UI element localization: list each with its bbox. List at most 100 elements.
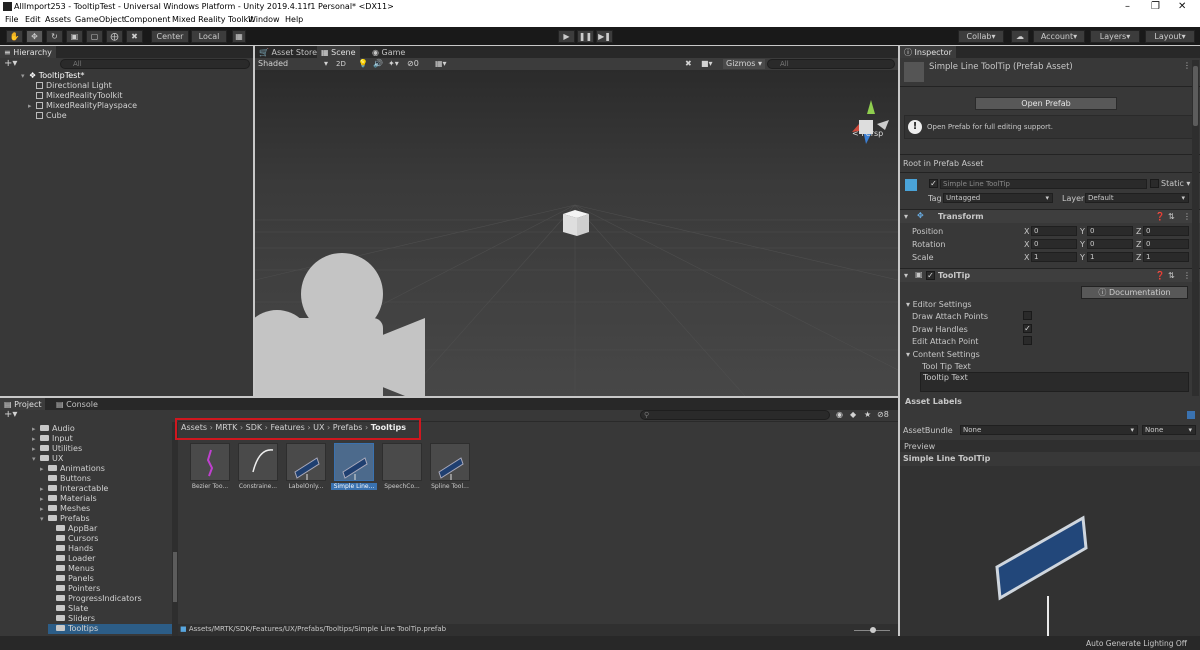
rect-tool-icon[interactable]: ▢	[86, 30, 103, 43]
collapse-arrow-icon[interactable]: ▸	[40, 464, 48, 474]
folder-tree-item[interactable]: Cursors	[48, 534, 172, 544]
account-button[interactable]: Account ▾	[1033, 30, 1085, 43]
folder-tree-item[interactable]: Panels	[48, 574, 172, 584]
play-button[interactable]: ▶	[558, 30, 575, 43]
folder-tree-item[interactable]: ▸ Animations	[40, 464, 172, 474]
project-create-button[interactable]: +▾	[4, 410, 17, 420]
shading-dropdown[interactable]: Shaded ▾	[258, 59, 328, 69]
hidden-packages-icon[interactable]: ⊘8	[877, 410, 889, 420]
grid-snap-icon[interactable]: ▦	[232, 30, 246, 43]
folder-tree-item[interactable]: ▸ Meshes	[40, 504, 172, 514]
tool-tip-text-field[interactable]: Tooltip Text	[920, 372, 1189, 392]
breadcrumb-item[interactable]: Features	[270, 423, 304, 432]
folder-tree-item[interactable]: ▸ Materials	[40, 494, 172, 504]
pivot-center-button[interactable]: Center	[151, 30, 189, 43]
layout-button[interactable]: Layout ▾	[1145, 30, 1195, 43]
camera-icon[interactable]: ■▾	[701, 59, 713, 69]
folder-tree-item[interactable]: ▸ Audio	[32, 424, 172, 434]
folder-tree-item[interactable]: Slate	[48, 604, 172, 614]
menu-mixed-reality-toolkit[interactable]: Mixed Reality Toolkit	[172, 15, 254, 24]
cube-object[interactable]	[563, 210, 589, 236]
breadcrumb-item[interactable]: Tooltips	[371, 423, 406, 432]
scale-z-field[interactable]: 1	[1143, 252, 1189, 262]
project-search-input[interactable]: ⚲	[640, 410, 830, 420]
hidden-objects-icon[interactable]: ⊘0	[407, 59, 419, 69]
hierarchy-search-input[interactable]: All	[60, 59, 250, 69]
layers-button[interactable]: Layers ▾	[1090, 30, 1140, 43]
help-icon[interactable]: ❓	[1155, 212, 1165, 221]
inspector-menu-icon[interactable]: ⋮	[1183, 61, 1191, 70]
tree-scrollbar[interactable]	[172, 422, 178, 636]
persp-label[interactable]: < Persp	[852, 129, 883, 139]
cloud-icon[interactable]: ☁	[1011, 30, 1029, 43]
tab-asset-store[interactable]: 🛒 Asset Store	[255, 46, 321, 58]
presets-icon[interactable]: ⇅	[1168, 212, 1175, 221]
expand-arrow-icon[interactable]: ▾	[40, 514, 48, 524]
asset-thumbnail[interactable]	[334, 443, 374, 481]
collapse-arrow-icon[interactable]: ▸	[40, 484, 48, 494]
tab-hierarchy[interactable]: ≡ Hierarchy	[0, 46, 56, 58]
close-button[interactable]: ✕	[1178, 1, 1186, 12]
collab-button[interactable]: Collab ▾	[958, 30, 1004, 43]
folder-tree-item[interactable]: ProgressIndicators	[48, 594, 172, 604]
rotation-x-field[interactable]: 0	[1031, 239, 1077, 249]
thumbnail-size-slider[interactable]	[854, 627, 890, 633]
hand-tool-icon[interactable]: ✋	[6, 30, 23, 43]
folder-tree-item[interactable]: Menus	[48, 564, 172, 574]
breadcrumb-item[interactable]: Assets	[181, 423, 207, 432]
rotation-y-field[interactable]: 0	[1087, 239, 1133, 249]
scale-y-field[interactable]: 1	[1087, 252, 1133, 262]
draw-handles-checkbox[interactable]: ✓	[1023, 324, 1032, 333]
help-icon[interactable]: ❓	[1155, 271, 1165, 280]
scene-root[interactable]: ▾ ❖ TooltipTest*	[21, 71, 84, 81]
collapse-arrow-icon[interactable]: ▸	[40, 494, 48, 504]
create-button[interactable]: +▾	[4, 59, 17, 69]
asset-thumbnail[interactable]	[430, 443, 470, 481]
tools-icon[interactable]: ✖	[685, 59, 692, 69]
pivot-local-button[interactable]: Local	[191, 30, 227, 43]
folder-tree-item[interactable]: Loader	[48, 554, 172, 564]
position-y-field[interactable]: 0	[1087, 226, 1133, 236]
minimize-button[interactable]: –	[1125, 1, 1130, 12]
folder-tree-item[interactable]: Buttons	[40, 474, 172, 484]
asset-thumbnail[interactable]	[286, 443, 326, 481]
collapse-arrow-icon[interactable]: ▸	[32, 434, 40, 444]
rotation-z-field[interactable]: 0	[1143, 239, 1189, 249]
static-dropdown[interactable]: Static ▾	[1161, 179, 1190, 188]
hierarchy-item[interactable]: MixedRealityToolkit	[36, 91, 122, 101]
menu-gameobject[interactable]: GameObject	[75, 15, 125, 24]
custom-tool-icon[interactable]: ✖	[126, 30, 143, 43]
transform-tool-icon[interactable]: ⨁	[106, 30, 123, 43]
tab-inspector[interactable]: ⓘ Inspector	[900, 46, 956, 58]
folder-tree-item[interactable]: ▸ Interactable	[40, 484, 172, 494]
scale-tool-icon[interactable]: ▣	[66, 30, 83, 43]
asset-thumbnail[interactable]	[190, 443, 230, 481]
object-name-field[interactable]: Simple Line ToolTip	[940, 179, 1147, 189]
mode-2d-button[interactable]: 2D	[336, 59, 346, 69]
tooltip-enabled-checkbox[interactable]: ✓	[926, 271, 935, 280]
scene-viewport[interactable]	[255, 70, 898, 396]
folder-tree-item[interactable]: ▸ Input	[32, 434, 172, 444]
audio-icon[interactable]: 🔊	[373, 59, 383, 69]
pause-button[interactable]: ❚❚	[577, 30, 594, 43]
filter-type-icon[interactable]: ◉	[836, 410, 843, 420]
menu-help[interactable]: Help	[285, 15, 303, 24]
inspector-scrollbar[interactable]	[1192, 60, 1199, 396]
collapse-arrow-icon[interactable]: ▸	[32, 444, 40, 454]
folder-tree-item[interactable]: Pointers	[48, 584, 172, 594]
grid-toggle-icon[interactable]: ▦▾	[435, 59, 447, 69]
folder-tree-item[interactable]: AppBar	[48, 524, 172, 534]
breadcrumb-item[interactable]: SDK	[246, 423, 262, 432]
position-z-field[interactable]: 0	[1143, 226, 1189, 236]
content-settings-foldout[interactable]: ▾ Content Settings	[906, 350, 980, 359]
lighting-icon[interactable]: 💡	[358, 59, 368, 69]
open-prefab-button[interactable]: Open Prefab	[975, 97, 1117, 110]
menu-edit[interactable]: Edit	[25, 15, 41, 24]
layer-dropdown[interactable]: Default ▾	[1085, 193, 1189, 203]
rotate-tool-icon[interactable]: ↻	[46, 30, 63, 43]
assetbundle-dropdown[interactable]: None ▾	[960, 425, 1138, 435]
hierarchy-item[interactable]: ▸ MixedRealityPlayspace	[28, 101, 137, 111]
draw-attach-points-checkbox[interactable]	[1023, 311, 1032, 320]
filter-label-icon[interactable]: ◆	[850, 410, 856, 420]
folder-tree-item[interactable]: Hands	[48, 544, 172, 554]
